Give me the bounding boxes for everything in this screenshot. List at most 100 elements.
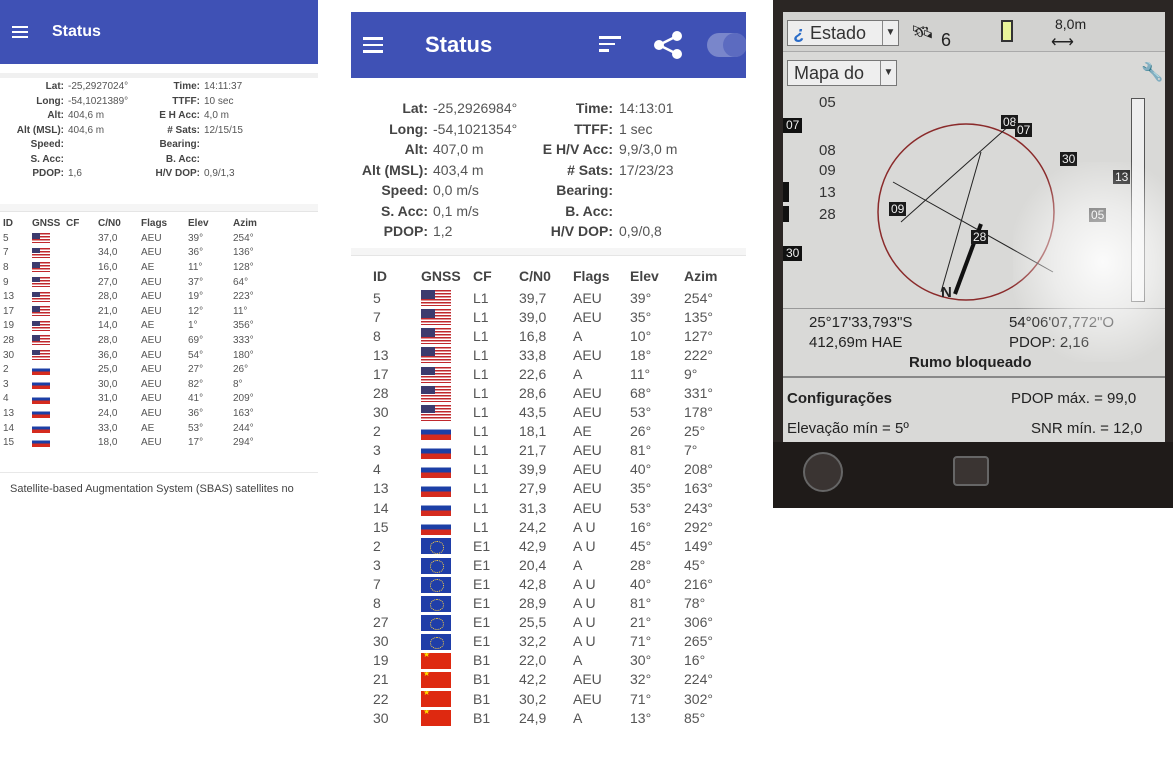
azimuth: 78° xyxy=(684,595,706,612)
toggle-switch[interactable] xyxy=(707,33,746,57)
settings-link[interactable]: Configurações xyxy=(787,390,892,407)
azimuth: 163° xyxy=(233,407,254,419)
column-header-azim: Azim xyxy=(233,218,257,229)
sat-id: 28 xyxy=(373,385,389,402)
table-row: 17 21,0 AEU 12° 11° xyxy=(3,304,281,319)
share-icon[interactable] xyxy=(651,31,685,59)
sat-id: 7 xyxy=(373,308,381,325)
gnss-flag xyxy=(421,441,473,460)
carrier-frequency xyxy=(66,348,98,363)
sat-id: 13 xyxy=(373,346,389,363)
table-row: 8 16,0 AE 11° 128° xyxy=(3,260,281,275)
keyboard-icon[interactable] xyxy=(953,456,989,486)
table-row: 14 L1 31,3 AEU 53° 243° xyxy=(373,498,734,517)
carrier-frequency: E1 xyxy=(473,537,491,554)
azimuth: 302° xyxy=(684,690,713,707)
column-header-flags: Flags xyxy=(573,268,610,284)
azimuth: 244° xyxy=(233,422,254,434)
gnss-flag xyxy=(421,364,473,383)
windows-start-icon[interactable] xyxy=(803,452,843,492)
sat-flags: AEU xyxy=(141,393,162,405)
sat-flags: AEU xyxy=(141,364,162,376)
elevation-label: 28 xyxy=(819,206,836,223)
us-flag-icon xyxy=(421,385,451,402)
sat-id: 3 xyxy=(373,556,381,573)
carrier-frequency: B1 xyxy=(473,690,491,707)
app-bar: Status xyxy=(351,12,746,78)
ru-flag-icon xyxy=(32,408,50,419)
gnss-flag xyxy=(421,460,473,479)
cn-flag-icon xyxy=(421,691,451,708)
azimuth: 254° xyxy=(684,289,713,306)
pdop-value: PDOP: 2,16 xyxy=(1009,334,1090,351)
north-label: N xyxy=(941,284,952,301)
elevation: 21° xyxy=(630,614,652,631)
elevation: 16° xyxy=(630,518,652,535)
us-flag-icon xyxy=(32,276,50,287)
signal-cn0: 22,6 xyxy=(519,365,547,382)
elevation: 10° xyxy=(630,327,652,344)
elevation: 40° xyxy=(630,575,652,592)
column-header-gnss: GNSS xyxy=(421,268,461,284)
column-header-id: ID xyxy=(3,218,13,229)
gnss-flag xyxy=(32,392,66,407)
elevation: 71° xyxy=(630,633,652,650)
carrier-frequency xyxy=(66,435,98,450)
sat-id: 15 xyxy=(3,437,15,449)
info-icon: ¿ xyxy=(794,23,805,43)
us-flag-icon xyxy=(32,320,50,331)
signal-cn0: 20,4 xyxy=(519,556,547,573)
table-row: 30 36,0 AEU 54° 180° xyxy=(3,348,281,363)
gnss-flag xyxy=(421,689,473,708)
sat-id: 21 xyxy=(373,671,389,688)
carrier-frequency: L1 xyxy=(473,289,489,306)
sat-flags: AEU xyxy=(573,461,602,478)
elevation: 53° xyxy=(630,404,652,421)
signal-cn0: 36,0 xyxy=(98,349,118,361)
signal-cn0: 28,6 xyxy=(519,385,547,402)
sat-id: 8 xyxy=(373,595,381,612)
view-select[interactable]: Mapa do ▼ xyxy=(787,60,897,86)
column-header-cf: CF xyxy=(66,218,80,229)
signal-cn0: 39,9 xyxy=(519,461,547,478)
us-flag-icon xyxy=(421,366,451,383)
info-value: 403,4 m xyxy=(433,161,484,178)
elevation: 27° xyxy=(188,364,204,376)
gnss-flag xyxy=(421,326,473,345)
ru-flag-icon xyxy=(32,422,50,433)
ru-flag-icon xyxy=(421,462,451,479)
info-label: Speed: xyxy=(381,182,428,198)
azimuth: 9° xyxy=(684,365,698,382)
table-row: 13 28,0 AEU 19° 223° xyxy=(3,289,281,304)
info-value: 4,0 m xyxy=(204,110,230,121)
azimuth: 135° xyxy=(684,308,713,325)
table-row: 4 L1 39,9 AEU 40° 208° xyxy=(373,460,734,479)
info-label: PDOP: xyxy=(32,168,64,179)
menu-icon[interactable] xyxy=(12,23,28,41)
elevation: 35° xyxy=(630,308,652,325)
satellite-table: ID GNSS CF C/N0 Flags Elev Azim 5 L1 39,7 A… xyxy=(373,264,734,727)
gnss-flag xyxy=(32,362,66,377)
sat-id: 4 xyxy=(373,461,381,478)
gnss-flag xyxy=(421,403,473,422)
info-label: Speed: xyxy=(30,139,64,150)
wrench-icon[interactable]: 🔧 xyxy=(1141,62,1163,83)
azimuth: 209° xyxy=(233,393,254,405)
info-value: -54,1021389° xyxy=(68,95,129,107)
table-row: 5 L1 39,7 AEU 39° 254° xyxy=(373,288,734,307)
sort-icon[interactable] xyxy=(599,36,621,56)
signal-cn0: 28,0 xyxy=(98,291,118,303)
sat-flags: A U xyxy=(573,633,596,650)
mode-select[interactable]: ¿ Estado ▼ xyxy=(787,20,899,46)
info-label: # Sats: xyxy=(567,161,613,178)
signal-cn0: 28,9 xyxy=(519,595,547,612)
menu-icon[interactable] xyxy=(363,33,383,57)
info-label: # Sats: xyxy=(167,124,200,136)
us-flag-icon xyxy=(32,349,50,360)
column-header-cn0: C/N0 xyxy=(98,218,121,229)
sat-id: 19 xyxy=(3,320,15,332)
carrier-frequency: L1 xyxy=(473,480,489,497)
elevation: 68° xyxy=(630,385,652,402)
elevation: 36° xyxy=(188,247,204,259)
eu-flag-icon xyxy=(421,557,451,574)
